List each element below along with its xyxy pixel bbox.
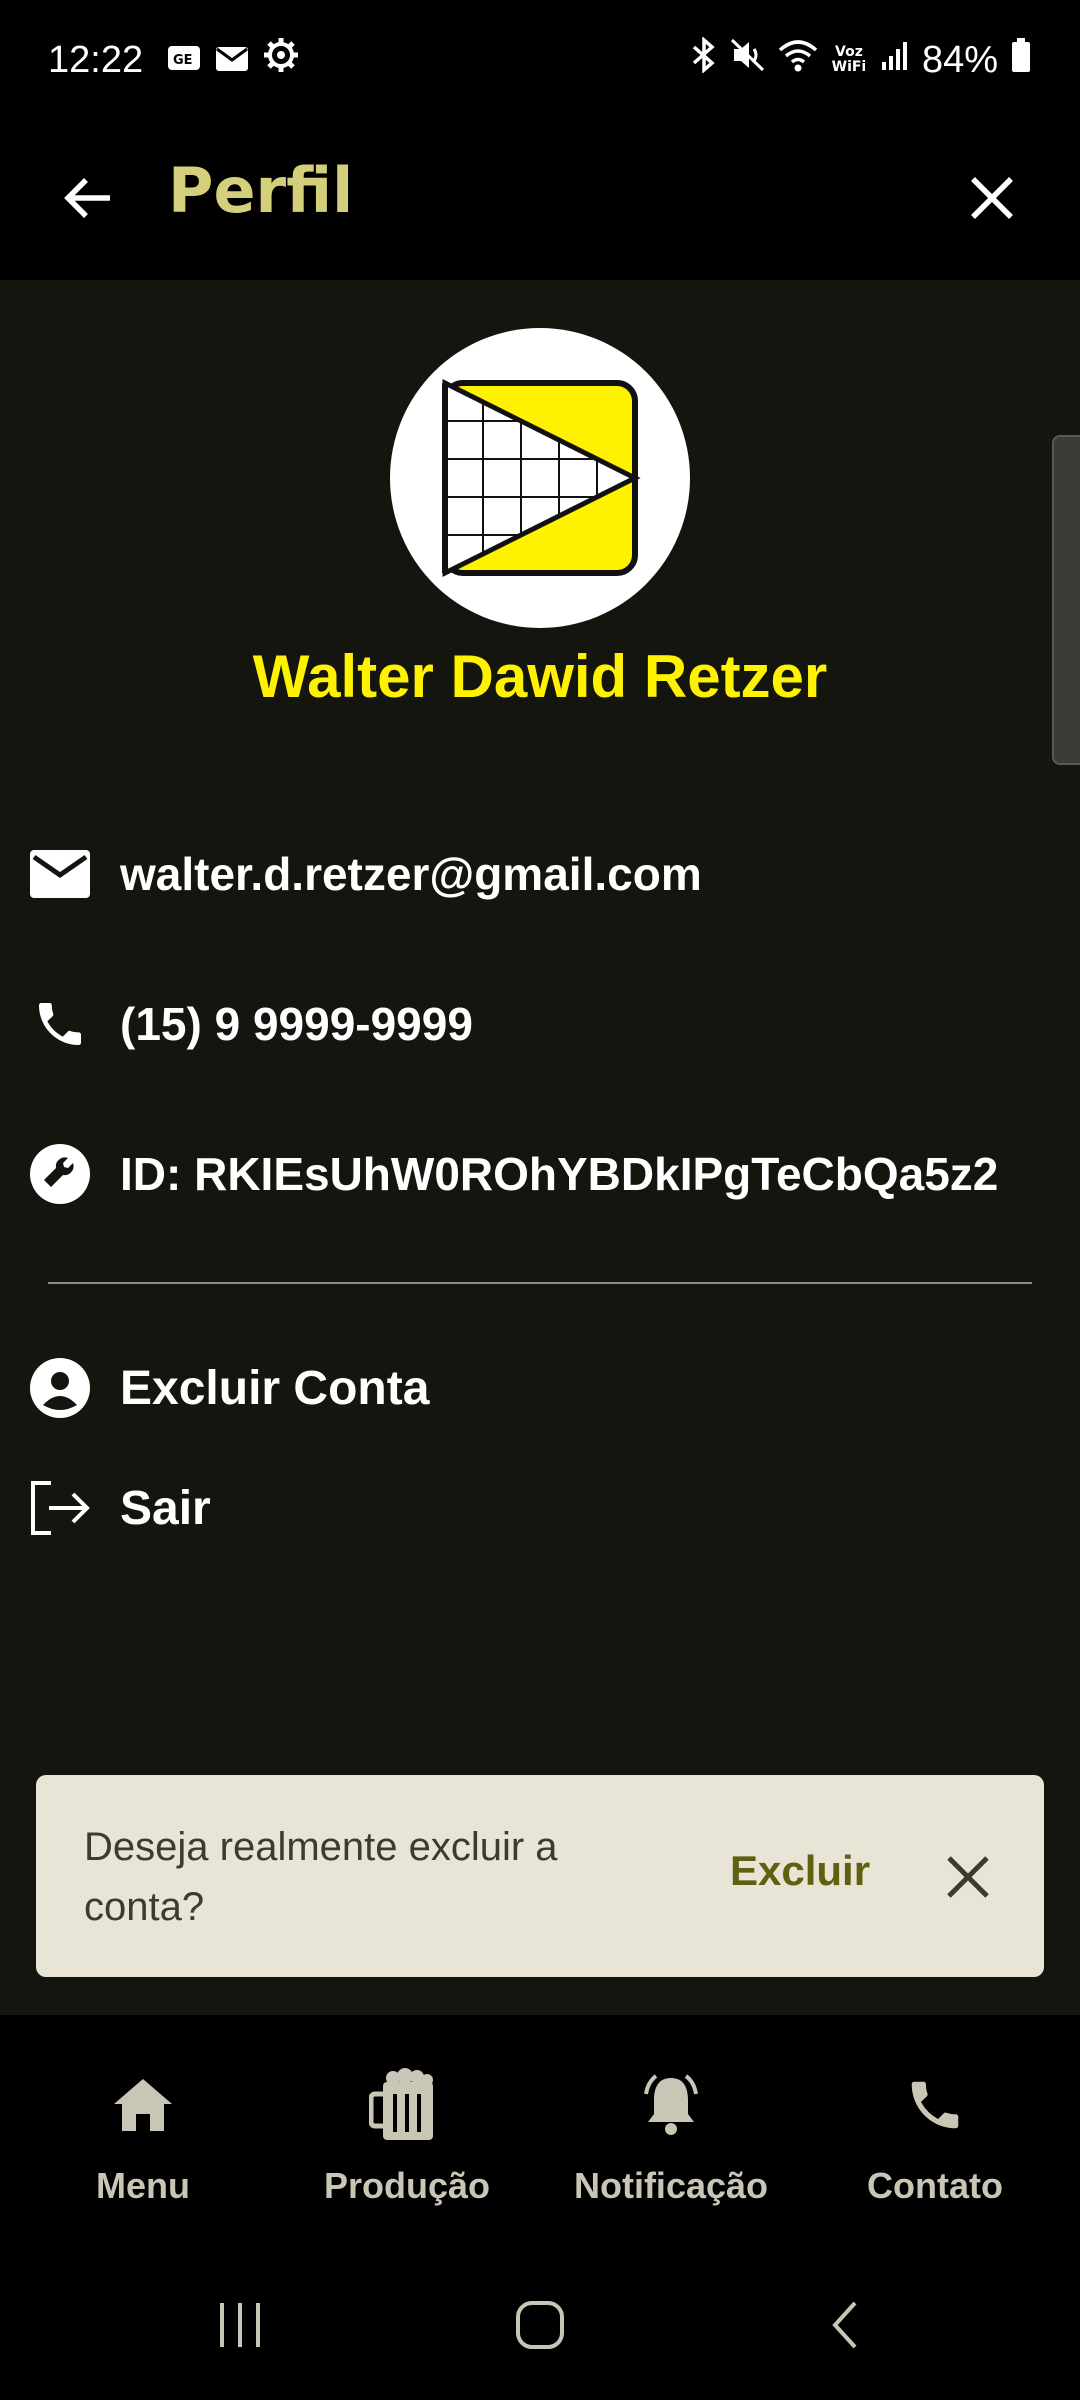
- phone-row: (15) 9 9999-9999: [28, 992, 473, 1056]
- close-icon: [947, 1856, 989, 1898]
- email-text: walter.d.retzer@gmail.com: [120, 848, 702, 900]
- recent-apps-icon: [220, 2303, 260, 2347]
- nav-item-notificacao[interactable]: Notificação: [541, 2065, 801, 2207]
- home-button[interactable]: [500, 2285, 580, 2365]
- voz-wifi-icon: Voz WiFi: [831, 44, 867, 75]
- settings-gear-icon: [263, 37, 299, 83]
- delete-account-button[interactable]: Excluir Conta: [28, 1356, 429, 1420]
- email-icon: [28, 842, 92, 906]
- nav-label-contato: Contato: [867, 2165, 1003, 2206]
- account-circle-icon: [28, 1356, 92, 1420]
- mute-icon: [730, 37, 766, 83]
- mail-icon: [215, 39, 249, 82]
- delete-confirm-snackbar: Deseja realmente excluir a conta? Exclui…: [36, 1775, 1044, 1977]
- id-row: ID: RKIEsUhW0ROhYBDkIPgTeCbQa5z2: [28, 1142, 998, 1206]
- status-time: 12:22: [48, 38, 144, 81]
- svg-text:GE: GE: [173, 53, 193, 68]
- app-bar: Perfil: [0, 120, 1080, 280]
- brand-logo-icon: [442, 378, 641, 578]
- nav-item-contato[interactable]: Contato: [805, 2065, 1065, 2207]
- close-icon: [971, 177, 1013, 219]
- phone-text: (15) 9 9999-9999: [120, 998, 473, 1050]
- home-icon: [13, 2065, 273, 2145]
- profile-content[interactable]: Walter Dawid Retzer walter.d.retzer@gmai…: [0, 280, 1080, 2015]
- divider: [48, 1282, 1032, 1284]
- bluetooth-icon: [690, 36, 718, 83]
- snackbar-message: Deseja realmente excluir a conta?: [84, 1825, 558, 1929]
- nav-label-producao: Produção: [323, 2165, 491, 2206]
- recent-apps-button[interactable]: [200, 2285, 280, 2365]
- nav-label-menu: Menu: [96, 2165, 190, 2206]
- phone-icon: [28, 992, 92, 1056]
- wrench-icon: [28, 1142, 92, 1206]
- arrow-back-icon: [64, 178, 110, 218]
- signal-icon: [880, 39, 910, 82]
- logout-button[interactable]: Sair: [28, 1476, 211, 1540]
- phone-icon: [805, 2065, 1065, 2145]
- snackbar-close-button[interactable]: [936, 1845, 1000, 1909]
- snackbar-delete-button[interactable]: Excluir: [730, 1847, 870, 1895]
- scrollbar-thumb[interactable]: [1052, 435, 1080, 765]
- chevron-left-icon: [832, 2301, 857, 2349]
- delete-account-label: Excluir Conta: [120, 1361, 430, 1415]
- logout-icon: [28, 1476, 92, 1540]
- logout-label: Sair: [120, 1481, 211, 1535]
- battery-percent: 84%: [921, 38, 998, 81]
- system-navigation-bar: [0, 2230, 1080, 2400]
- wifi-icon: [778, 38, 818, 82]
- back-button[interactable]: [48, 158, 128, 238]
- system-back-button[interactable]: [805, 2285, 885, 2365]
- user-name: Walter Dawid Retzer: [252, 643, 828, 710]
- close-button[interactable]: [952, 158, 1032, 238]
- avatar: [390, 328, 690, 628]
- nav-item-producao[interactable]: Produção: [277, 2065, 537, 2207]
- status-bar: 12:22 GE Voz WiFi 84%: [0, 0, 1080, 120]
- nav-label-notificacao: Notificação: [573, 2165, 769, 2206]
- email-row: walter.d.retzer@gmail.com: [28, 842, 702, 906]
- page-title: Perfil: [168, 154, 354, 227]
- beer-mug-icon: [277, 2065, 537, 2145]
- user-id-text: ID: RKIEsUhW0ROhYBDkIPgTeCbQa5z2: [120, 1148, 999, 1200]
- bottom-navigation: Menu Produção Notificação Contato: [0, 2015, 1080, 2230]
- battery-icon: [1010, 37, 1032, 83]
- sim-card-icon: GE: [167, 39, 201, 82]
- bell-icon: [541, 2065, 801, 2145]
- nav-item-menu[interactable]: Menu: [13, 2065, 273, 2207]
- home-circle-icon: [516, 2301, 564, 2349]
